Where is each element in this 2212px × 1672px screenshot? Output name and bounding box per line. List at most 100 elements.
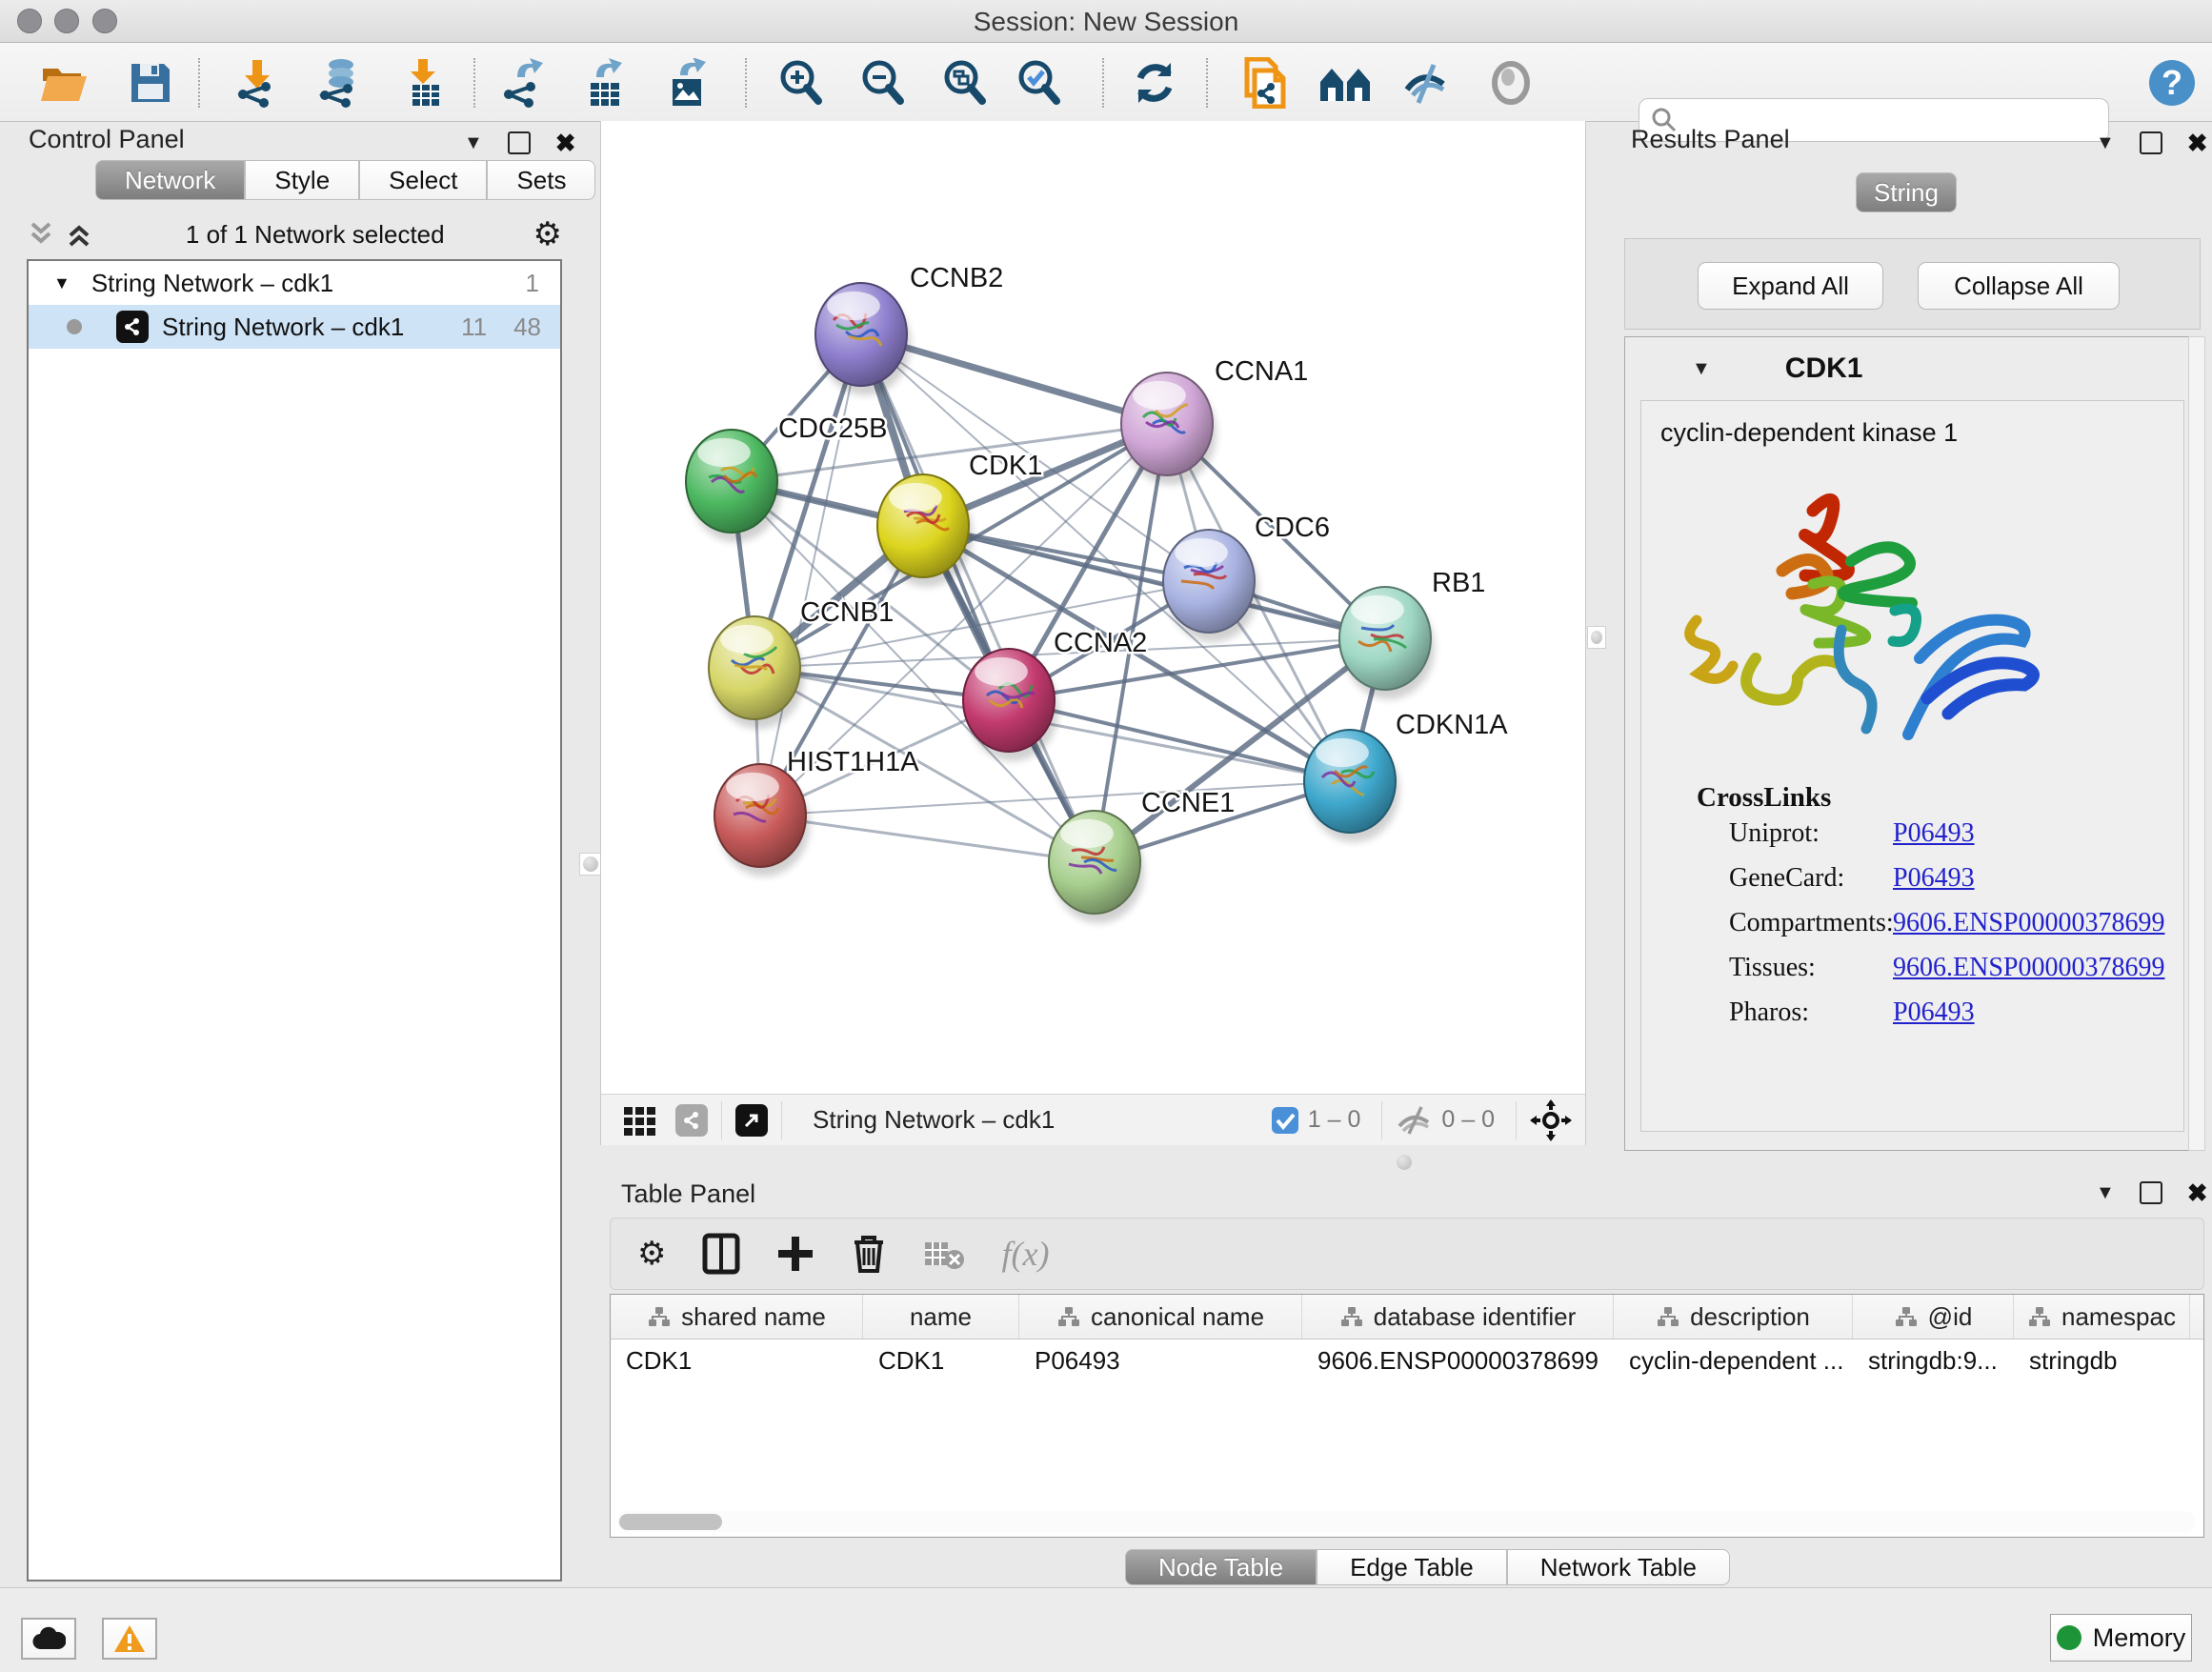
cell-canonical-name[interactable]: P06493 <box>1019 1340 1302 1381</box>
node-CDC6[interactable]: CDC6 <box>1163 513 1330 642</box>
cell-description[interactable]: cyclin-dependent ... <box>1614 1340 1853 1381</box>
save-session-button[interactable] <box>124 56 177 110</box>
delete-column-icon[interactable] <box>851 1233 887 1275</box>
memory-button[interactable]: Memory <box>2050 1614 2192 1662</box>
cell-shared-name[interactable]: CDK1 <box>611 1340 863 1381</box>
collapse-all-networks-icon[interactable] <box>27 220 59 249</box>
tab-sets[interactable]: Sets <box>487 160 595 200</box>
bottom-splitter-grip[interactable] <box>1397 1155 1412 1170</box>
collapse-all-button[interactable]: Collapse All <box>1918 262 2120 310</box>
help-button[interactable]: ? <box>2145 56 2199 110</box>
node-CCNE1[interactable]: CCNE1 <box>1049 788 1235 923</box>
home-button[interactable] <box>1318 56 1372 110</box>
add-column-icon[interactable] <box>776 1235 814 1273</box>
network-options-gear-icon[interactable]: ⚙ <box>533 218 562 251</box>
column-header-name[interactable]: name <box>863 1295 1019 1339</box>
crosslink-value-link[interactable]: 9606.ENSP00000378699 <box>1893 953 2164 983</box>
export-network-button[interactable] <box>497 56 551 110</box>
edge-CCNA2-CDKN1A[interactable] <box>1009 700 1350 781</box>
expand-all-networks-icon[interactable] <box>65 220 97 249</box>
expand-all-button[interactable]: Expand All <box>1698 262 1883 310</box>
crosslink-value-link[interactable]: 9606.ENSP00000378699 <box>1893 908 2164 938</box>
open-in-new-window-icon[interactable] <box>735 1104 768 1137</box>
collection-caret-icon[interactable]: ▼ <box>53 273 70 293</box>
network-canvas[interactable]: CCNB2CCNA1CDC25BCDK1CDC6RB1CCNB1CCNA2CDK… <box>600 121 1586 1094</box>
results-panel-menu-button[interactable]: ▼ <box>2096 132 2115 154</box>
column-header-canonical-name[interactable]: canonical name <box>1019 1295 1302 1339</box>
zoom-fit-button[interactable] <box>937 56 991 110</box>
hide-selected-button[interactable] <box>1399 56 1453 110</box>
hidden-items-eye-icon[interactable] <box>1396 1105 1434 1136</box>
table-horizontal-scrollbar[interactable] <box>617 1511 2195 1532</box>
node-CDKN1A[interactable]: CDKN1A <box>1304 710 1508 842</box>
left-splitter-grip[interactable] <box>579 853 602 876</box>
birds-eye-view-icon[interactable] <box>620 1101 658 1139</box>
cell--id[interactable]: stringdb:9... <box>1853 1340 2014 1381</box>
function-builder-icon[interactable]: f(x) <box>1001 1234 1049 1274</box>
tab-network-table[interactable]: Network Table <box>1507 1549 1730 1585</box>
table-options-gear-icon[interactable]: ⚙ <box>637 1238 666 1270</box>
import-network-database-button[interactable] <box>312 56 366 110</box>
network-collection-row[interactable]: ▼ String Network – cdk1 1 <box>29 261 560 305</box>
node-RB1[interactable]: RB1 <box>1339 568 1485 699</box>
node-table[interactable]: shared namenamecanonical namedatabase id… <box>610 1294 2204 1538</box>
cell-database-identifier[interactable]: 9606.ENSP00000378699 <box>1302 1340 1614 1381</box>
control-panel-float-button[interactable] <box>508 131 531 154</box>
node-CCNB2[interactable]: CCNB2 <box>815 263 1003 395</box>
zoom-out-button[interactable] <box>855 56 909 110</box>
edge-CCNB2-CCNE1[interactable] <box>861 334 1095 862</box>
network-graph[interactable]: CCNB2CCNA1CDC25BCDK1CDC6RB1CCNB1CCNA2CDK… <box>601 121 1585 1092</box>
clone-network-button[interactable] <box>1237 56 1290 110</box>
tab-network[interactable]: Network <box>95 160 245 200</box>
table-row[interactable]: CDK1CDK1P064939606.ENSP00000378699cyclin… <box>611 1340 2203 1381</box>
entry-caret-icon[interactable]: ▼ <box>1692 358 1711 380</box>
open-session-button[interactable] <box>38 56 91 110</box>
results-panel-float-button[interactable] <box>2140 131 2162 154</box>
cell-namespac[interactable]: stringdb <box>2014 1340 2190 1381</box>
selected-nodes-checkbox-icon[interactable] <box>1270 1105 1300 1136</box>
crosslink-value-link[interactable]: P06493 <box>1893 997 1975 1028</box>
tab-node-table[interactable]: Node Table <box>1125 1549 1317 1585</box>
show-all-button[interactable] <box>1484 56 1538 110</box>
results-entry-header[interactable]: ▼ CDK1 <box>1625 337 2200 400</box>
cloud-button[interactable] <box>21 1618 76 1660</box>
pan-crosshair-icon[interactable] <box>1530 1099 1572 1141</box>
results-scrollbar[interactable] <box>2188 336 2205 1151</box>
table-scrollbar-thumb[interactable] <box>619 1514 722 1530</box>
export-table-button[interactable] <box>579 56 633 110</box>
edge-HIST1H1A-CCNE1[interactable] <box>760 816 1095 862</box>
crosslink-value-link[interactable]: P06493 <box>1893 818 1975 849</box>
edge-CCNB2-HIST1H1A[interactable] <box>760 334 861 816</box>
export-image-button[interactable] <box>661 56 714 110</box>
control-panel-menu-button[interactable]: ▼ <box>464 132 483 154</box>
right-splitter-grip[interactable] <box>1587 626 1606 649</box>
crosslink-value-link[interactable]: P06493 <box>1893 863 1975 894</box>
import-table-button[interactable] <box>398 56 452 110</box>
zoom-selected-button[interactable] <box>1012 56 1065 110</box>
column-header-database-identifier[interactable]: database identifier <box>1302 1295 1614 1339</box>
import-network-file-button[interactable] <box>231 56 284 110</box>
tab-style[interactable]: Style <box>245 160 359 200</box>
show-columns-icon[interactable] <box>702 1233 740 1275</box>
table-panel-float-button[interactable] <box>2140 1181 2162 1204</box>
node-CCNA2[interactable]: CCNA2 <box>963 628 1147 761</box>
column-header-shared-name[interactable]: shared name <box>611 1295 863 1339</box>
string-view-icon[interactable] <box>675 1104 708 1137</box>
refresh-layout-button[interactable] <box>1128 56 1181 110</box>
tab-select[interactable]: Select <box>359 160 487 200</box>
zoom-in-button[interactable] <box>774 56 827 110</box>
node-CCNA1[interactable]: CCNA1 <box>1121 356 1308 485</box>
column-header-description[interactable]: description <box>1614 1295 1853 1339</box>
column-header-namespac[interactable]: namespac <box>2014 1295 2190 1339</box>
delete-table-icon[interactable] <box>923 1237 965 1271</box>
warnings-button[interactable] <box>102 1618 157 1660</box>
results-panel-close-button[interactable]: ✖ <box>2187 133 2208 152</box>
control-panel-close-button[interactable]: ✖ <box>555 133 576 152</box>
cell-name[interactable]: CDK1 <box>863 1340 1019 1381</box>
column-header--id[interactable]: @id <box>1853 1295 2014 1339</box>
tab-string[interactable]: String <box>1856 172 1957 212</box>
network-row-selected[interactable]: String Network – cdk1 11 48 <box>29 305 560 349</box>
table-panel-menu-button[interactable]: ▼ <box>2096 1182 2115 1204</box>
tab-edge-table[interactable]: Edge Table <box>1317 1549 1507 1585</box>
table-panel-close-button[interactable]: ✖ <box>2187 1183 2208 1202</box>
